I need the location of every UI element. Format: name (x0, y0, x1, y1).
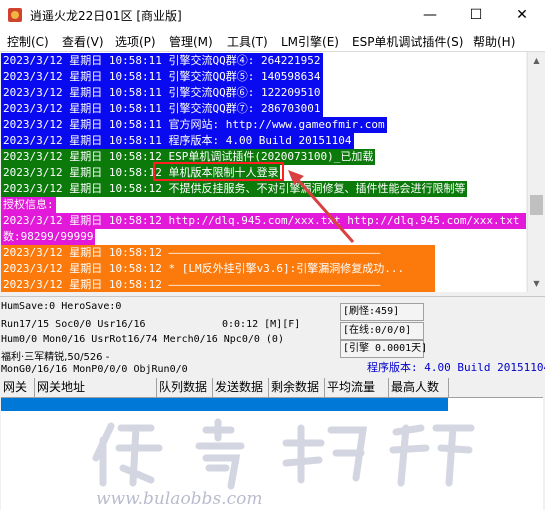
annotation-overlay (153, 162, 355, 243)
scroll-down-icon[interactable]: ▼ (528, 275, 545, 292)
table-row-selected[interactable] (1, 398, 448, 411)
column-header[interactable]: 剩余数据 (269, 378, 325, 397)
annotation-arrow (296, 179, 355, 243)
status-mon: MonG0/16/16 MonP0/0/0 ObjRun0/0 (1, 364, 188, 375)
log-scrollbar[interactable]: ▲ ▼ (527, 52, 545, 292)
scroll-up-icon[interactable]: ▲ (528, 52, 545, 69)
online-box: [在线:0/0/0] (340, 322, 424, 340)
column-header[interactable]: 队列数据 (157, 378, 213, 397)
menu-lm-engine[interactable]: LM引擎(E) (281, 33, 339, 50)
menu-tools[interactable]: 工具(T) (227, 33, 268, 50)
app-icon (8, 8, 22, 22)
version-label: 程序版本: 4.00 Build 20151104 (367, 361, 545, 374)
close-button[interactable]: ✕ (499, 0, 545, 30)
menu-help[interactable]: 帮助(H) (473, 33, 515, 50)
title-bar: 逍遥火龙22日01区 [商业版] — ☐ ✕ (0, 0, 545, 30)
monster-refresh-box: [刷怪:459] (340, 303, 424, 321)
status-save: HumSave:0 HeroSave:0 (1, 301, 122, 312)
menu-control[interactable]: 控制(C) (7, 33, 49, 50)
menu-options[interactable]: 选项(P) (115, 33, 156, 50)
status-time: 0:0:12 [M][F] (222, 319, 301, 330)
minimize-button[interactable]: — (407, 0, 453, 30)
engine-box: [引擎 0.0001天] (340, 340, 427, 358)
menu-view[interactable]: 查看(V) (62, 33, 104, 50)
column-header[interactable]: 最高人数 (389, 378, 449, 397)
column-header[interactable]: 发送数据 (213, 378, 269, 397)
highlight-box (153, 162, 284, 181)
menu-manage[interactable]: 管理(M) (169, 33, 213, 50)
status-welfare: 福利·三军精锐,50/526 - (1, 352, 110, 363)
scroll-thumb[interactable] (530, 195, 543, 215)
window-title: 逍遥火龙22日01区 [商业版] (30, 9, 182, 23)
status-hum: Hum0/0 Mon0/16 UsrRot16/74 Merch0/16 Npc… (1, 334, 284, 345)
column-header[interactable]: 平均流量 (325, 378, 389, 397)
menu-bar: 控制(C) 查看(V) 选项(P) 管理(M) 工具(T) LM引擎(E) ES… (0, 30, 545, 52)
log-panel[interactable]: 2023/3/12 星期日 10:58:11 引擎交流QQ群④: 2642219… (1, 52, 526, 292)
watermark-logo: www.bulaobbs.com (92, 418, 475, 509)
status-run: Run17/15 Soc0/0 Usr16/16 (1, 319, 146, 330)
menu-esp-plugin[interactable]: ESP单机调试插件(S) (352, 33, 463, 50)
table-header: 网关 网关地址 队列数据 发送数据 剩余数据 平均流量 最高人数 (1, 378, 543, 398)
watermark-url: www.bulaobbs.com (96, 489, 262, 509)
column-header[interactable]: 网关地址 (35, 378, 157, 397)
status-panel: HumSave:0 HeroSave:0 Run17/15 Soc0/0 Usr… (0, 296, 545, 379)
column-header[interactable]: 网关 (1, 378, 35, 397)
maximize-button[interactable]: ☐ (453, 0, 499, 30)
gateway-table[interactable]: 网关 网关地址 队列数据 发送数据 剩余数据 平均流量 最高人数 www.bul… (1, 378, 543, 510)
